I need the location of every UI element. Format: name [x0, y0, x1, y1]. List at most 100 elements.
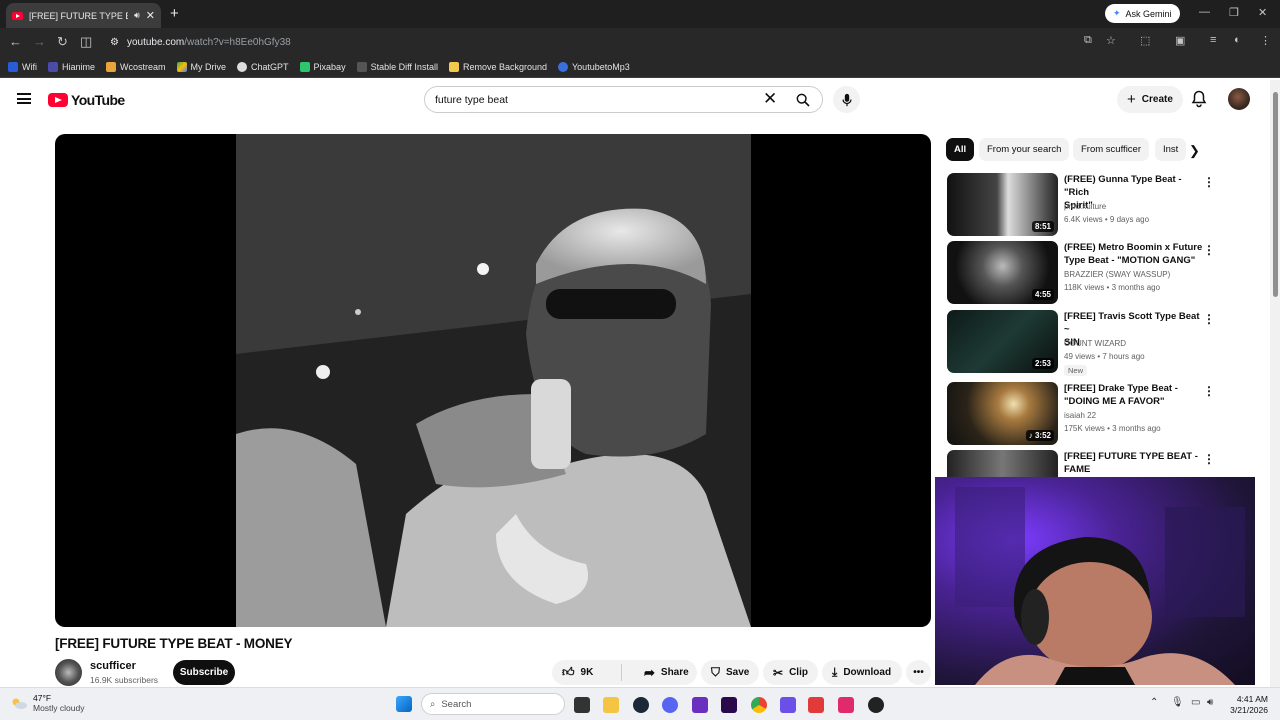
bookmark-label: My Drive [190, 61, 227, 72]
recommendation-item[interactable]: 8:51 (FREE) Gunna Type Beat - "Rich Spiri… [947, 173, 1217, 237]
bookmark-remove-background[interactable]: Remove Background [448, 61, 547, 72]
windows-start-icon[interactable] [396, 696, 412, 712]
minimize-icon[interactable]: — [1199, 6, 1210, 18]
download-button[interactable]: ⤓ Download [822, 660, 902, 685]
bookmark-my-drive[interactable]: My Drive [176, 61, 227, 72]
more-vertical-icon[interactable]: ⋮ [1203, 243, 1215, 257]
task-view-icon[interactable] [574, 697, 590, 713]
video-thumbnail[interactable]: 2:53 [947, 310, 1058, 373]
voice-search-button[interactable] [833, 86, 860, 113]
bookmark-wcostream[interactable]: Wcostream [106, 61, 166, 72]
bookmark-chatgpt[interactable]: ChatGPT [237, 61, 289, 72]
video-thumbnail[interactable]: 8:51 [947, 173, 1058, 236]
notifications-bell-icon[interactable] [1191, 90, 1207, 113]
obs-icon[interactable] [868, 697, 884, 713]
chip-inst[interactable]: Inst [1155, 138, 1187, 161]
back-arrow-icon[interactable]: ← [9, 34, 22, 49]
discord-icon[interactable] [662, 697, 678, 713]
recommendation-title[interactable]: [FREE] FUTURE TYPE BEAT - FAME [1064, 450, 1204, 476]
video-thumbnail[interactable]: 4:55 [947, 241, 1058, 304]
clip-button[interactable]: ✂ Clip [763, 660, 818, 685]
bookmark-pixabay[interactable]: Pixabay [299, 61, 346, 72]
restore-icon[interactable]: ❐ [1229, 6, 1239, 19]
like-button[interactable]: 👍︎ 9K [552, 664, 622, 681]
save-button[interactable]: ⛉ Save [701, 660, 759, 685]
windows-taskbar: 47°F Mostly cloudy ⌕ Search ⌃ 🎙︎ ▭ 🔊︎ 4:4… [0, 687, 1280, 720]
display-tray-icon[interactable]: ▭ [1191, 697, 1200, 708]
recommendation-channel[interactable]: prod.kulture [1064, 202, 1106, 211]
create-button[interactable]: + Create [1117, 86, 1183, 113]
recommendation-item[interactable]: 4:55 (FREE) Metro Boomin x Future Type Be… [947, 241, 1217, 305]
chrome-menu-icon[interactable]: ⋮ [1260, 34, 1271, 47]
more-vertical-icon[interactable]: ⋮ [1203, 384, 1215, 398]
recommendation-item[interactable]: ♪ 3:52 [FREE] Drake Type Beat - "DOING ME… [947, 382, 1217, 446]
account-avatar[interactable] [1228, 88, 1250, 110]
hamburger-menu-icon[interactable] [17, 93, 31, 104]
text-app-icon[interactable] [808, 697, 824, 713]
more-actions-button[interactable]: ••• [906, 660, 931, 685]
tiktok-icon[interactable] [838, 697, 854, 713]
tab-close-icon[interactable]: ✕ [146, 9, 155, 22]
search-box[interactable]: future type beat ✕ [424, 86, 823, 113]
extensions-icon[interactable]: ⬚ [1140, 34, 1150, 47]
bookmark-wifi[interactable]: Wifi [8, 61, 37, 72]
volume-tray-icon[interactable]: 🔊︎ [1207, 697, 1213, 708]
audio-playing-icon[interactable]: 🔊︎ [134, 10, 140, 21]
youtube-logo[interactable]: YouTube [48, 92, 125, 108]
scrollbar-thumb[interactable] [1273, 92, 1278, 297]
media-controls-icon[interactable]: ▣ [1175, 34, 1185, 47]
recommendation-channel[interactable]: isaiah 22 [1064, 411, 1096, 420]
system-clock[interactable]: 4:41 AM 3/21/2026 [1228, 694, 1268, 716]
profile-icon[interactable]: ◐ [1234, 34, 1241, 46]
bookmark-star-icon[interactable]: ☆ [1106, 34, 1116, 47]
clear-search-icon[interactable]: ✕ [763, 89, 777, 109]
steam-icon[interactable] [633, 697, 649, 713]
forward-arrow-icon[interactable]: → [33, 34, 46, 49]
premiere-pro-icon[interactable] [721, 697, 737, 713]
chips-next-chevron-icon[interactable]: ❯ [1189, 143, 1200, 159]
recommendation-title[interactable]: [FREE] Drake Type Beat - "DOING ME A FAVO… [1064, 382, 1204, 408]
search-input[interactable]: future type beat [435, 94, 508, 106]
site-info-icon[interactable]: ⚙ [110, 37, 119, 48]
bookmark-stable-diff[interactable]: Stable Diff Install [356, 61, 438, 72]
bookmark-youtubetomp3[interactable]: YoutubetoMp3 [558, 61, 630, 72]
file-explorer-icon[interactable] [603, 697, 619, 713]
channel-name[interactable]: scufficer [90, 660, 136, 672]
page-scrollbar[interactable] [1270, 80, 1280, 687]
weather-widget[interactable]: 47°F Mostly cloudy [10, 693, 85, 713]
side-panel-icon[interactable]: ◫ [80, 34, 92, 50]
chip-from-scufficer[interactable]: From scufficer [1073, 138, 1150, 161]
bookmarks-bar: Wifi Hianime Wcostream My Drive ChatGPT … [0, 56, 1280, 78]
more-vertical-icon[interactable]: ⋮ [1203, 175, 1215, 189]
taskbar-search[interactable]: ⌕ Search [421, 693, 565, 715]
chrome-icon[interactable] [751, 697, 767, 713]
ask-gemini-button[interactable]: ✦ Ask Gemini [1105, 4, 1180, 23]
chip-from-your-search[interactable]: From your search [979, 138, 1070, 161]
install-app-icon[interactable]: ⧉ [1084, 34, 1092, 47]
recommendation-channel[interactable]: COUNT WIZARD [1064, 339, 1126, 348]
app-grid-icon[interactable] [692, 697, 708, 713]
browser-tab-active[interactable]: [FREE] FUTURE TYPE BEAT - 🔊︎ ✕ [6, 3, 161, 28]
chip-all[interactable]: All [946, 138, 975, 161]
channel-avatar[interactable] [55, 659, 82, 686]
recommendation-channel[interactable]: BRAZZIER (SWAY WASSUP) [1064, 270, 1170, 279]
url-bar[interactable]: ⚙ youtube.com/watch?v=h8Ee0hGfy38 [104, 32, 1104, 52]
video-player[interactable] [55, 134, 931, 627]
more-vertical-icon[interactable]: ⋮ [1203, 452, 1215, 466]
like-count: 9K [580, 667, 594, 678]
reading-list-icon[interactable]: ≡ [1210, 34, 1216, 46]
new-tab-button[interactable]: + [170, 5, 179, 22]
tray-chevron-icon[interactable]: ⌃ [1150, 697, 1158, 708]
more-vertical-icon[interactable]: ⋮ [1203, 312, 1215, 326]
share-button[interactable]: ➦ Share [634, 660, 697, 685]
video-thumbnail[interactable]: ♪ 3:52 [947, 382, 1058, 445]
microphone-tray-icon[interactable]: 🎙︎ [1171, 697, 1184, 708]
search-button[interactable] [782, 87, 822, 112]
bookmark-hianime[interactable]: Hianime [48, 61, 95, 72]
recommendation-title[interactable]: (FREE) Metro Boomin x Future Type Beat - … [1064, 241, 1204, 267]
subscribe-button[interactable]: Subscribe [173, 660, 235, 685]
window-close-icon[interactable]: ✕ [1258, 6, 1267, 19]
reload-icon[interactable]: ↻ [57, 34, 68, 50]
recommendation-item[interactable]: 2:53 [FREE] Travis Scott Type Beat ~ SIN … [947, 310, 1217, 376]
app-icon[interactable] [780, 697, 796, 713]
